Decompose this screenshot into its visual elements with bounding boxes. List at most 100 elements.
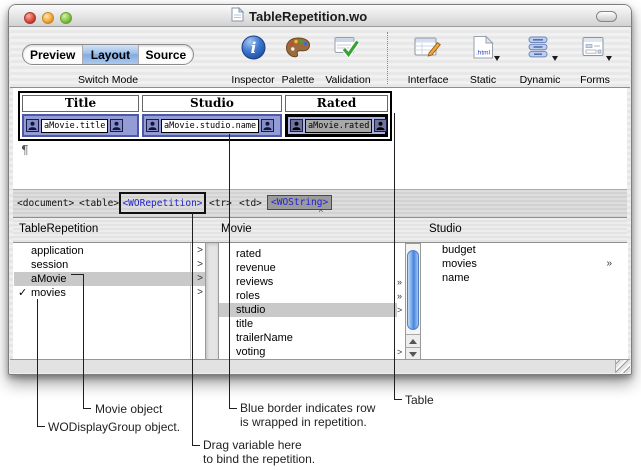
callout-line-movies: [37, 299, 45, 427]
annotation-table: Table: [405, 394, 434, 408]
movie-column-scrollbar[interactable]: [405, 243, 421, 361]
tab-layout[interactable]: Layout: [83, 45, 138, 64]
column-title-studio: Studio: [429, 223, 462, 235]
forms-button[interactable]: [576, 34, 612, 66]
list-item-name[interactable]: name: [422, 271, 628, 285]
callout-line-amovie: [83, 274, 91, 409]
static-button[interactable]: .html: [465, 34, 501, 66]
annotation-movie-object: Movie object: [95, 403, 162, 417]
zoom-button[interactable]: [60, 12, 72, 24]
scrollbar-thumb[interactable]: [407, 250, 419, 330]
html-editor-canvas[interactable]: Title Studio Rated aMovie.title aMovie.s…: [13, 88, 627, 189]
interface-icon: [414, 35, 441, 65]
repetition-row: aMovie.title aMovie.studio.name aMovie.r…: [22, 114, 388, 137]
tab-source[interactable]: Source: [139, 45, 193, 64]
table-header-title[interactable]: Title: [22, 95, 139, 112]
callout-line-worepetition: [192, 213, 200, 446]
element-path-bar: <document> <table> <WORepetition> <tr> <…: [13, 189, 627, 218]
validation-button[interactable]: [329, 34, 365, 66]
browser-column-studio: budget movies » name: [422, 243, 628, 361]
close-button[interactable]: [24, 12, 36, 24]
palette-button[interactable]: [280, 34, 316, 66]
repetition-cell-studio[interactable]: aMovie.studio.name: [142, 114, 282, 137]
binding-value-rated[interactable]: aMovie.rated: [305, 119, 372, 133]
scroll-up-button[interactable]: [406, 334, 420, 347]
list-item-movies[interactable]: ✓ movies >: [14, 286, 205, 300]
switch-mode-segmented-control: Preview Layout Source: [22, 44, 194, 65]
toolbar: Preview Layout Source Switch Mode i Insp…: [10, 27, 630, 88]
list-item-amovie-selected[interactable]: aMovie >: [14, 272, 205, 286]
annotation-drag-variable: Drag variable here to bind the repetitio…: [203, 439, 315, 466]
forms-label: Forms: [580, 74, 610, 86]
repetition-cell-rated-selected[interactable]: aMovie.rated: [285, 114, 388, 137]
list-item-voting[interactable]: voting: [219, 345, 397, 359]
binding-value-title[interactable]: aMovie.title: [41, 119, 108, 133]
annotation-wodisplaygroup: WODisplayGroup object.: [48, 421, 180, 435]
inspector-button[interactable]: i: [235, 34, 271, 66]
validation-label: Validation: [325, 74, 370, 86]
inspector-label: Inspector: [231, 74, 274, 86]
column-title-tablerepetition: TableRepetition: [19, 223, 98, 235]
column1-scrollbar-track[interactable]: [206, 243, 219, 361]
path-item-td[interactable]: <td>: [239, 198, 262, 209]
wostring-person-icon[interactable]: [374, 119, 387, 132]
palette-icon: [285, 36, 311, 65]
list-item-revenue[interactable]: revenue: [219, 261, 397, 275]
tab-preview[interactable]: Preview: [23, 45, 83, 64]
path-item-table[interactable]: <table>: [79, 198, 119, 209]
svg-text:i: i: [250, 39, 256, 57]
down-arrow-icon: [409, 352, 417, 357]
repetition-cell-title[interactable]: aMovie.title: [22, 114, 139, 137]
resize-grip[interactable]: [615, 360, 630, 373]
browser-column-movie: rated revenue reviews roles studio title…: [219, 243, 397, 361]
binding-value-studio[interactable]: aMovie.studio.name: [161, 119, 259, 133]
minimize-button[interactable]: [42, 12, 54, 24]
list-item-title[interactable]: title: [219, 317, 397, 331]
wostring-person-icon[interactable]: [110, 119, 123, 132]
application-window: TableRepetition.wo Preview Layout Source…: [8, 4, 632, 375]
table-header-rated[interactable]: Rated: [285, 95, 388, 112]
worepetition-callout-box: <WORepetition>: [119, 192, 206, 214]
wostring-person-icon[interactable]: [26, 119, 39, 132]
dynamic-label: Dynamic: [520, 74, 561, 86]
path-item-worepetition[interactable]: <WORepetition>: [122, 198, 202, 209]
list-item-studio-selected[interactable]: studio: [219, 303, 397, 317]
path-item-document[interactable]: <document>: [17, 198, 74, 209]
column-divider: [190, 243, 191, 361]
interface-button[interactable]: [409, 34, 445, 66]
double-chevron-icon: »: [606, 257, 612, 271]
list-item-trailername[interactable]: trailerName: [219, 331, 397, 345]
static-element-icon: .html: [472, 35, 495, 65]
wostring-person-icon[interactable]: [290, 119, 303, 132]
title-bar[interactable]: TableRepetition.wo: [9, 5, 631, 27]
wostring-person-icon[interactable]: [261, 119, 274, 132]
list-item-application[interactable]: application >: [14, 244, 205, 258]
switch-mode-label: Switch Mode: [78, 74, 138, 86]
static-icon-text: .html: [475, 50, 490, 57]
list-item-roles[interactable]: roles: [219, 289, 397, 303]
list-item-session[interactable]: session >: [14, 258, 205, 272]
list-item-reviews[interactable]: reviews: [219, 275, 397, 289]
browser-header-bar: TableRepetition Movie Studio: [13, 218, 627, 243]
toolbar-separator: [387, 32, 388, 84]
window-bottom-bar: [10, 359, 630, 373]
dropdown-arrow-icon: [494, 56, 500, 61]
callout-line: [71, 274, 83, 275]
table-header-studio[interactable]: Studio: [142, 95, 282, 112]
interface-label: Interface: [408, 74, 449, 86]
validation-icon: [334, 35, 361, 65]
list-item-movies-studio[interactable]: movies »: [422, 257, 628, 271]
annotation-blue-border: Blue border indicates row is wrapped in …: [240, 402, 375, 429]
list-item-rated[interactable]: rated: [219, 247, 397, 261]
wostring-person-icon[interactable]: [146, 119, 159, 132]
toolbar-toggle-button[interactable]: [596, 11, 617, 22]
palette-label: Palette: [282, 74, 315, 86]
dropdown-arrow-icon: [552, 56, 558, 61]
pilcrow-marker: ¶: [21, 143, 29, 157]
callout-line-table: [394, 113, 402, 400]
insertion-caret-icon: ^: [319, 208, 323, 217]
object-browser: application > session > aMovie > ✓ movie…: [13, 243, 627, 361]
list-item-budget[interactable]: budget: [422, 243, 628, 257]
window-title: TableRepetition.wo: [249, 9, 367, 24]
dynamic-button[interactable]: [521, 34, 557, 66]
